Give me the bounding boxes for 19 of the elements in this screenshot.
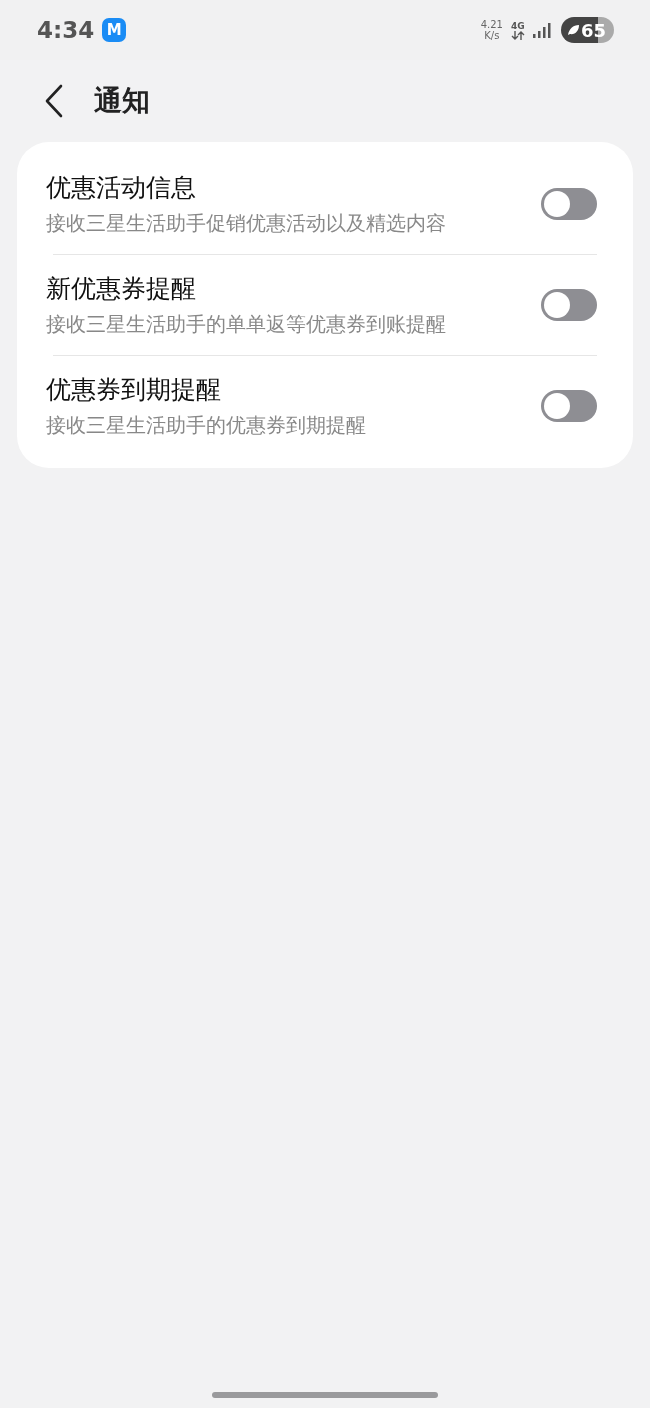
toggle-switch[interactable]: [541, 289, 597, 321]
setting-title: 新优惠券提醒: [46, 273, 197, 305]
signal-icon: [532, 22, 553, 38]
network-speed: 4.21: [480, 19, 503, 30]
network-speed-unit: K/s: [484, 30, 500, 41]
status-time: 4:34: [37, 17, 95, 43]
setting-description: 接收三星生活助手的单单返等优惠券到账提醒: [46, 311, 447, 338]
toggle-switch[interactable]: [541, 390, 597, 422]
setting-title: 优惠券到期提醒: [46, 374, 222, 406]
back-button[interactable]: [44, 84, 64, 118]
network-type: 4G: [511, 20, 525, 31]
setting-description: 接收三星生活助手的优惠券到期提醒: [46, 412, 367, 439]
page-title: 通知: [94, 83, 150, 119]
data-arrows-icon: [510, 30, 525, 40]
setting-title: 优惠活动信息: [46, 172, 197, 204]
app-notification-icon: M: [102, 18, 127, 42]
setting-description: 接收三星生活助手促销优惠活动以及精选内容: [46, 210, 447, 237]
battery-indicator: 65: [560, 17, 614, 43]
toggle-switch[interactable]: [541, 188, 597, 220]
